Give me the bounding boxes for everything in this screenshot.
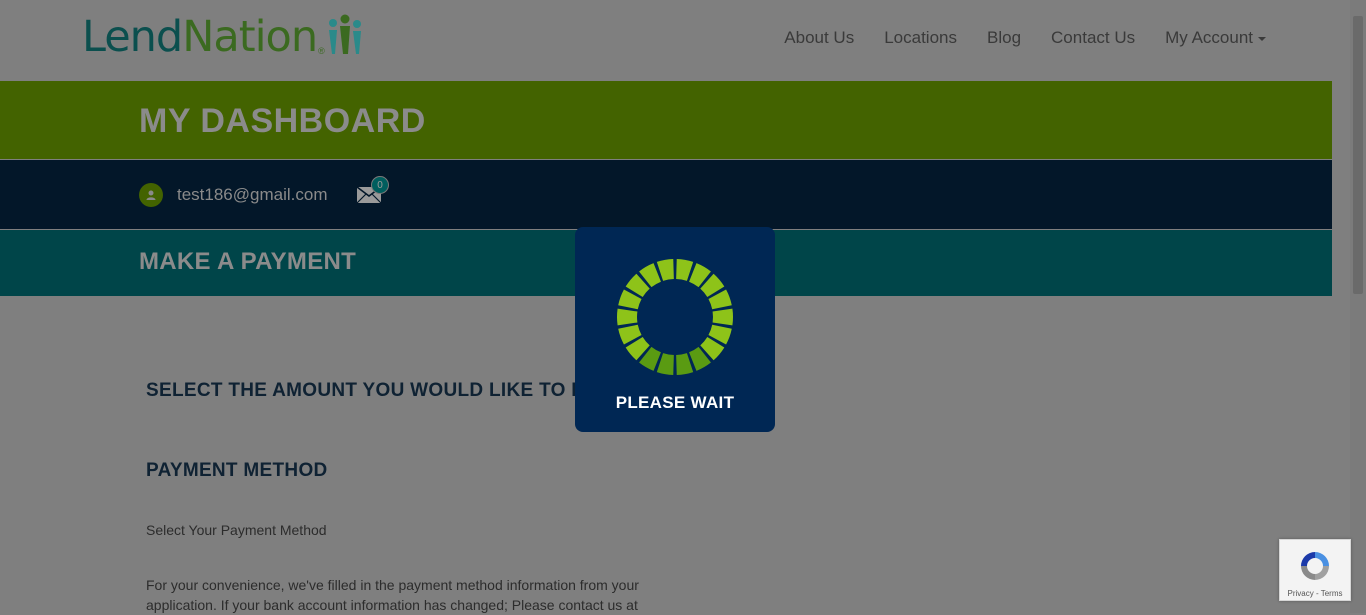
spinner-segment (656, 259, 674, 281)
nav-blog[interactable]: Blog (987, 28, 1021, 48)
logo-text-nation: Nation (182, 12, 318, 62)
nav-about-us[interactable]: About Us (784, 28, 854, 48)
loading-spinner-icon (616, 259, 734, 375)
site-header: LendNation ® About Us Locations Blog Con… (0, 0, 1350, 80)
section-title: MAKE A PAYMENT (139, 248, 357, 275)
select-amount-heading: SELECT THE AMOUNT YOU WOULD LIKE TO PA (146, 380, 597, 401)
please-wait-text: PLEASE WAIT (615, 393, 735, 412)
spinner-segment (676, 353, 694, 375)
spinner-segment (676, 259, 694, 281)
dashboard-banner: MY DASHBOARD (0, 81, 1332, 159)
recaptcha-icon (1301, 552, 1329, 580)
please-wait-modal: PLEASE WAIT (575, 227, 775, 432)
spinner-segment (712, 308, 734, 326)
nav-locations[interactable]: Locations (884, 28, 957, 48)
spinner-segment (616, 308, 638, 326)
nav-my-account-label: My Account (1165, 28, 1253, 47)
user-icon (139, 183, 163, 207)
payment-method-heading: PAYMENT METHOD (146, 460, 328, 481)
logo-wordmark: LendNation (82, 12, 318, 62)
nav-my-account[interactable]: My Account (1165, 28, 1266, 48)
main-nav: About Us Locations Blog Contact Us My Ac… (784, 28, 1266, 48)
nav-contact-us[interactable]: Contact Us (1051, 28, 1135, 48)
people-logo-icon (328, 14, 361, 54)
lendnation-logo[interactable]: LendNation ® (82, 12, 363, 62)
page-scrollbar[interactable] (1350, 0, 1366, 613)
logo-registered-mark: ® (318, 46, 325, 56)
logo-text-lend: Lend (82, 12, 183, 62)
person-icon (146, 190, 156, 200)
convenience-note: For your convenience, we've filled in th… (146, 577, 639, 613)
messages-button[interactable]: 0 (356, 176, 389, 209)
spinner-segment (656, 353, 674, 375)
user-bar: test186@gmail.com 0 (0, 160, 1332, 229)
recaptcha-links[interactable]: Privacy - Terms (1280, 589, 1350, 598)
caret-down-icon (1258, 36, 1266, 41)
payment-method-subtitle: Select Your Payment Method (146, 522, 327, 538)
scrollbar-thumb[interactable] (1353, 16, 1363, 294)
page-title: MY DASHBOARD (139, 102, 426, 140)
user-email: test186@gmail.com (177, 185, 328, 204)
message-count-badge: 0 (371, 176, 389, 194)
recaptcha-badge[interactable]: Privacy - Terms (1279, 539, 1351, 601)
